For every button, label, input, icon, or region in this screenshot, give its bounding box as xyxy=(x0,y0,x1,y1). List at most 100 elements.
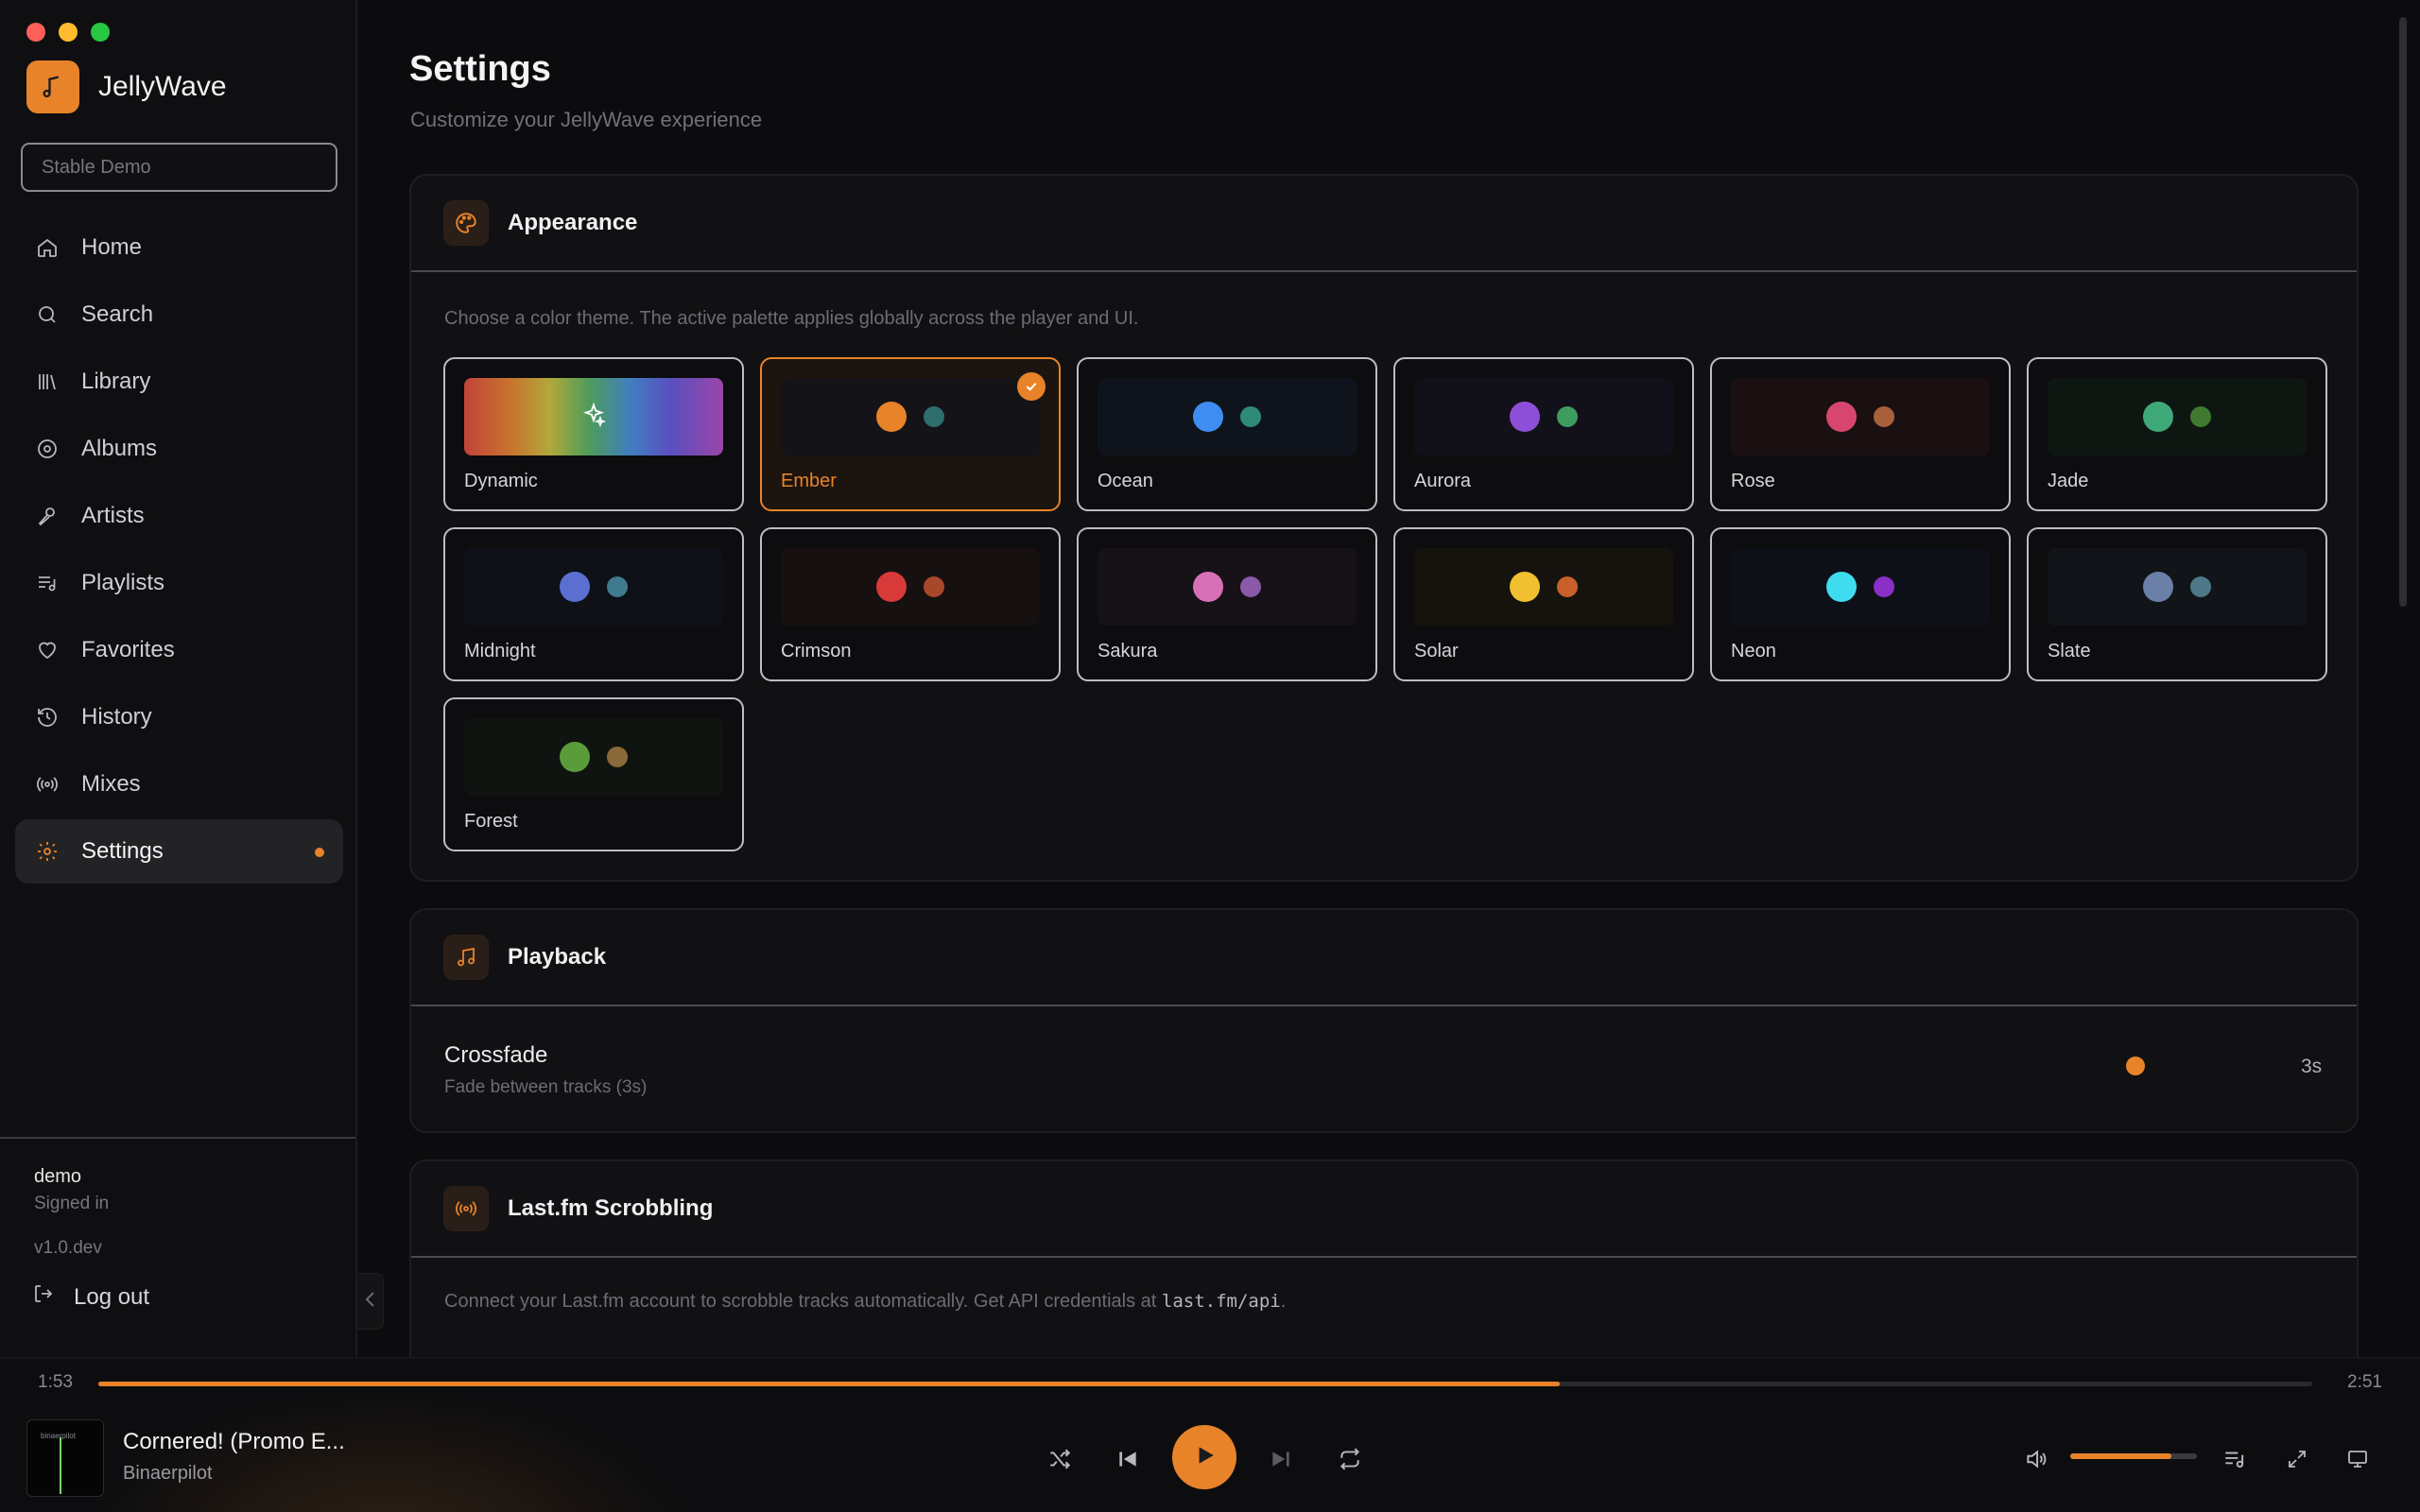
theme-option-midnight[interactable]: Midnight xyxy=(443,527,744,681)
sidebar-item-label: Home xyxy=(81,234,143,260)
sidebar-item-artists[interactable]: Artists xyxy=(15,484,343,548)
sidebar-item-favorites[interactable]: Favorites xyxy=(15,618,343,682)
current-time: 1:53 xyxy=(38,1372,73,1392)
settings-page: Settings Customize your JellyWave experi… xyxy=(359,0,2407,1357)
sidebar-item-albums[interactable]: Albums xyxy=(15,417,343,481)
sidebar-item-home[interactable]: Home xyxy=(15,215,343,280)
home-icon xyxy=(34,234,60,261)
theme-name: Midnight xyxy=(464,641,536,662)
app-window: JellyWave Stable Demo Home Search Librar… xyxy=(0,0,2420,1512)
shuffle-button[interactable] xyxy=(1043,1444,1077,1478)
fullscreen-button[interactable] xyxy=(2280,1444,2314,1478)
next-button[interactable] xyxy=(1264,1444,1298,1478)
album-art[interactable]: binaerpilot xyxy=(26,1419,104,1497)
theme-option-forest[interactable]: Forest xyxy=(443,697,744,851)
server-selector[interactable]: Stable Demo xyxy=(21,143,337,192)
sidebar-item-settings[interactable]: Settings xyxy=(15,819,343,884)
theme-secondary-dot xyxy=(1557,576,1578,597)
theme-option-dynamic[interactable]: Dynamic xyxy=(443,357,744,511)
close-window-button[interactable] xyxy=(26,23,45,42)
lastfm-description-text: Connect your Last.fm account to scrobble… xyxy=(444,1291,1157,1312)
page-title: Settings xyxy=(409,49,551,89)
theme-option-solar[interactable]: Solar xyxy=(1393,527,1694,681)
theme-swatch xyxy=(2048,548,2307,626)
radio-icon xyxy=(443,1186,489,1231)
sidebar-item-search[interactable]: Search xyxy=(15,283,343,347)
maximize-window-button[interactable] xyxy=(91,23,110,42)
album-icon xyxy=(34,436,60,462)
lastfm-description: Connect your Last.fm account to scrobble… xyxy=(444,1291,1286,1313)
progress-bar[interactable] xyxy=(98,1382,2312,1386)
sidebar: JellyWave Stable Demo Home Search Librar… xyxy=(0,0,357,1357)
logout-icon xyxy=(32,1282,55,1312)
page-subtitle: Customize your JellyWave experience xyxy=(410,108,763,131)
theme-name: Solar xyxy=(1414,641,1459,662)
theme-option-sakura[interactable]: Sakura xyxy=(1077,527,1377,681)
volume-icon xyxy=(2024,1447,2048,1476)
main-scrollbar[interactable] xyxy=(2399,17,2407,607)
theme-swatch xyxy=(781,378,1040,455)
theme-option-rose[interactable]: Rose xyxy=(1710,357,2011,511)
minimize-window-button[interactable] xyxy=(59,23,78,42)
theme-option-ocean[interactable]: Ocean xyxy=(1077,357,1377,511)
play-button[interactable] xyxy=(1172,1425,1236,1489)
lastfm-description-suffix: . xyxy=(1280,1291,1287,1312)
sidebar-item-label: Artists xyxy=(81,503,145,528)
theme-option-ember[interactable]: Ember xyxy=(760,357,1061,511)
sidebar-divider xyxy=(0,1137,355,1139)
volume-button[interactable] xyxy=(2019,1444,2053,1478)
music-notes-icon xyxy=(443,935,489,980)
repeat-icon xyxy=(1338,1447,1362,1476)
monitor-icon xyxy=(2346,1448,2369,1475)
sidebar-item-label: Library xyxy=(81,369,151,394)
playlist-icon xyxy=(34,570,60,596)
lastfm-header: Last.fm Scrobbling xyxy=(411,1161,2357,1258)
sidebar-item-library[interactable]: Library xyxy=(15,350,343,414)
track-title[interactable]: Cornered! (Promo E... xyxy=(123,1429,345,1455)
theme-name: Dynamic xyxy=(464,471,538,491)
repeat-button[interactable] xyxy=(1333,1444,1367,1478)
skip-forward-icon xyxy=(1269,1447,1293,1476)
queue-icon xyxy=(2222,1447,2247,1476)
theme-primary-dot xyxy=(560,742,590,772)
music-note-icon xyxy=(26,60,79,113)
theme-name: Slate xyxy=(2048,641,2091,662)
logout-label: Log out xyxy=(74,1283,150,1310)
section-title: Playback xyxy=(508,944,607,970)
section-title: Appearance xyxy=(508,210,638,235)
theme-option-aurora[interactable]: Aurora xyxy=(1393,357,1694,511)
theme-option-neon[interactable]: Neon xyxy=(1710,527,2011,681)
theme-option-jade[interactable]: Jade xyxy=(2027,357,2327,511)
lastfm-api-link[interactable]: last.fm/api xyxy=(1162,1291,1281,1312)
theme-secondary-dot xyxy=(2190,406,2211,427)
theme-primary-dot xyxy=(560,572,590,602)
playback-section: Playback Crossfade Fade between tracks (… xyxy=(409,908,2359,1133)
sidebar-item-playlists[interactable]: Playlists xyxy=(15,551,343,615)
previous-button[interactable] xyxy=(1111,1444,1145,1478)
theme-secondary-dot xyxy=(924,406,944,427)
gear-icon xyxy=(34,838,60,865)
queue-button[interactable] xyxy=(2218,1444,2252,1478)
user-name: demo xyxy=(34,1166,82,1187)
crossfade-value: 3s xyxy=(2301,1056,2323,1077)
palette-icon xyxy=(443,200,489,246)
track-artist[interactable]: Binaerpilot xyxy=(123,1463,213,1485)
sidebar-item-history[interactable]: History xyxy=(15,685,343,749)
microphone-icon xyxy=(34,503,60,529)
theme-option-crimson[interactable]: Crimson xyxy=(760,527,1061,681)
theme-option-slate[interactable]: Slate xyxy=(2027,527,2327,681)
cast-button[interactable] xyxy=(2341,1444,2375,1478)
expand-icon xyxy=(2286,1448,2308,1475)
crossfade-slider[interactable] xyxy=(2126,1057,2145,1075)
appearance-section: Appearance Choose a color theme. The act… xyxy=(409,174,2359,882)
sidebar-item-label: Playlists xyxy=(81,570,165,595)
theme-swatch xyxy=(781,548,1040,626)
shuffle-icon xyxy=(1047,1447,1072,1476)
theme-name: Sakura xyxy=(1098,641,1158,662)
sidebar-item-mixes[interactable]: Mixes xyxy=(15,752,343,816)
volume-slider[interactable] xyxy=(2070,1453,2197,1459)
sidebar-item-label: History xyxy=(81,704,152,730)
theme-name: Forest xyxy=(464,811,518,832)
logout-button[interactable]: Log out xyxy=(32,1282,149,1312)
theme-primary-dot xyxy=(1510,572,1540,602)
